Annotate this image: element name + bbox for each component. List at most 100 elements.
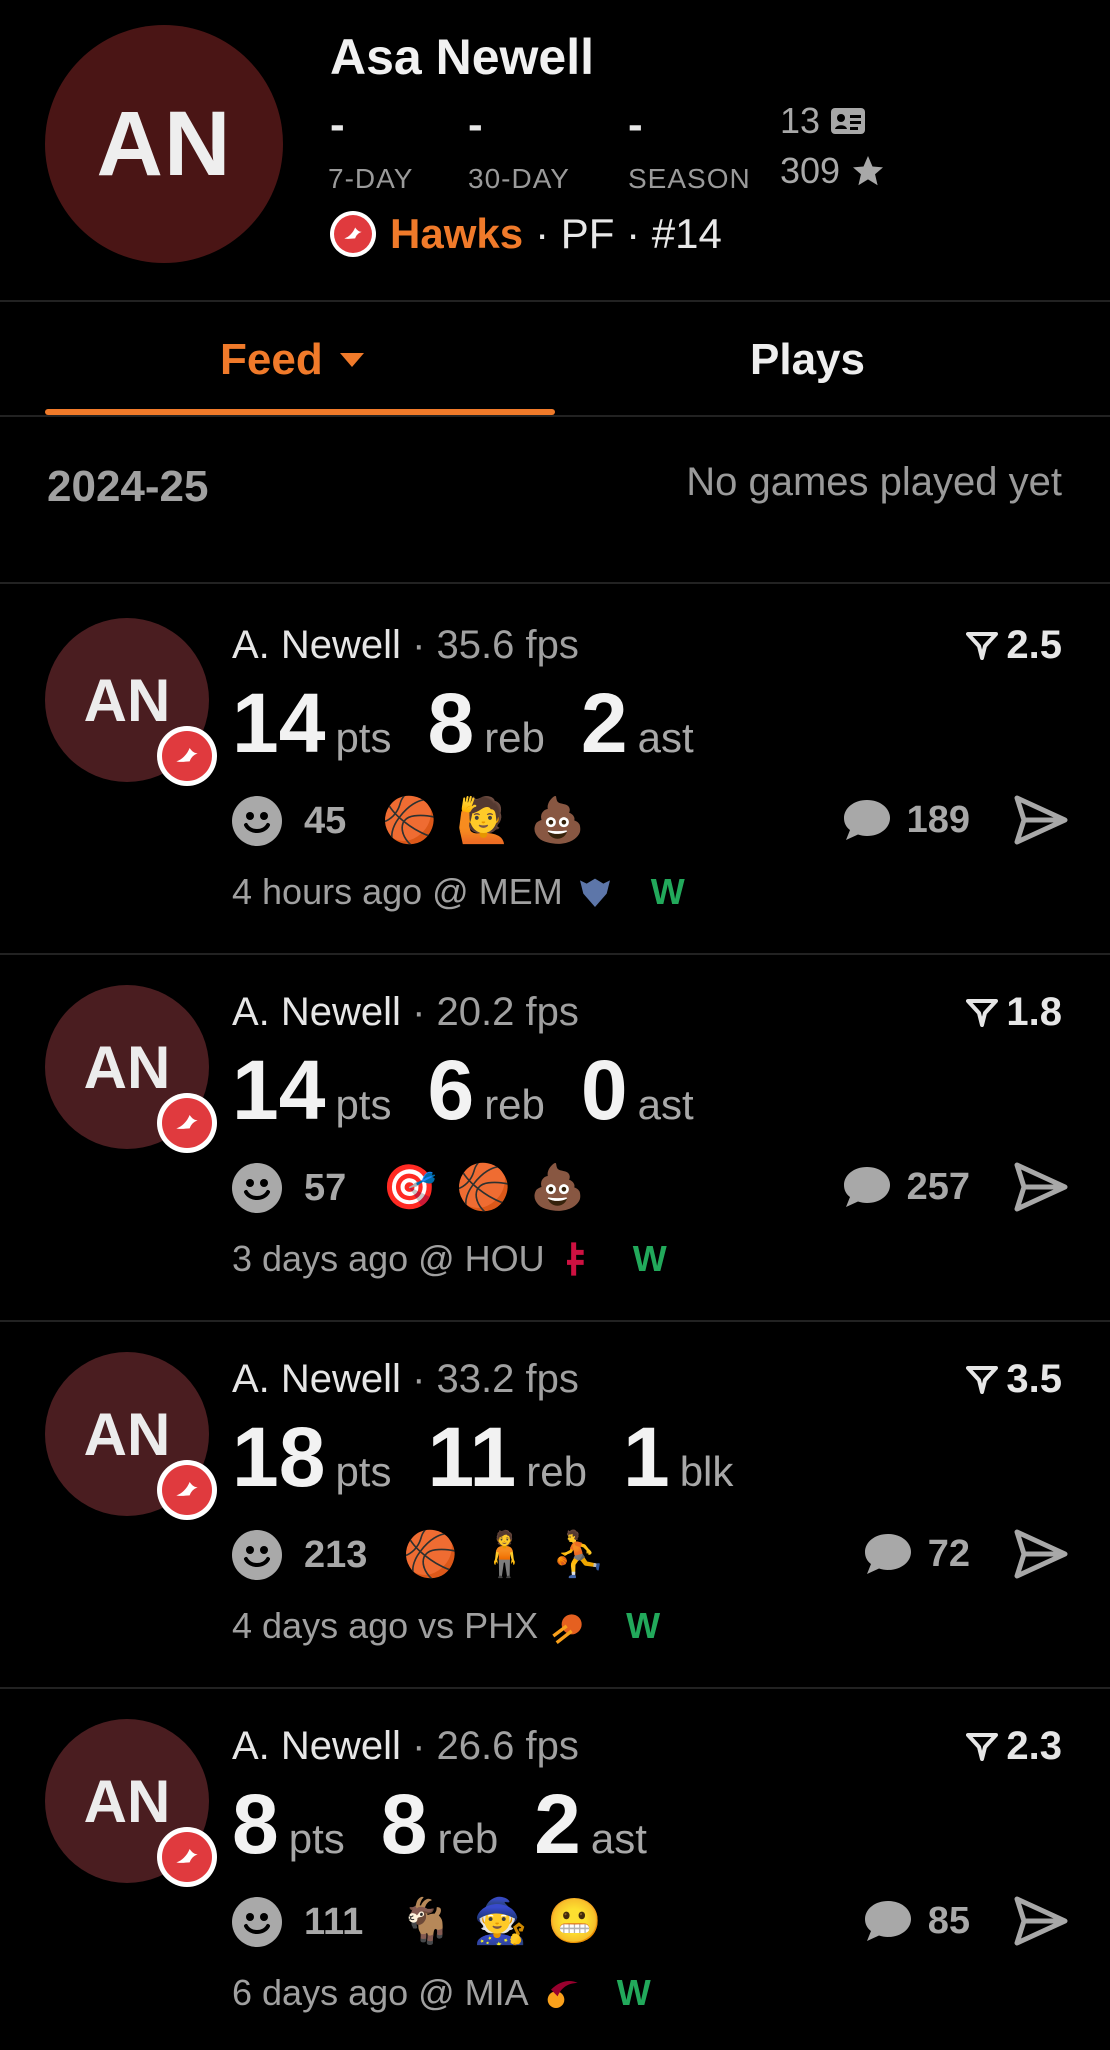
feed-item[interactable]: AN A. Newell · 26.6 fps 2.3 8 pts 8 reb 2 ast… [0,1684,1110,2050]
divider [0,300,1110,302]
feed-stats: 18 pts 11 reb 1 blk [232,1409,733,1506]
team-name[interactable]: Hawks [390,210,523,258]
smile-icon[interactable] [232,1163,282,1213]
tab-feed-label: Feed [220,335,323,384]
feed-stats: 14 pts 8 reb 2 ast [232,675,694,772]
feed-rating[interactable]: 1.8 [966,990,1062,1035]
stat-number: 2 [580,676,628,770]
reactions-row: 213 🏀 🧍 ⛹ [232,1529,606,1581]
stat-30day-label: 30-DAY [468,163,570,194]
reaction-emoji[interactable]: 🏀 [456,1162,511,1214]
feed-title: A. Newell · 26.6 fps [232,1724,579,1769]
reaction-emoji[interactable]: 🙋 [456,795,511,847]
comments-button[interactable]: 189 [841,797,970,843]
feed-time-opponent[interactable]: 3 days ago @ HOU [232,1238,545,1280]
feed-rating[interactable]: 3.5 [966,1357,1062,1402]
reactions-row: 57 🎯 🏀 💩 [232,1162,585,1214]
share-button[interactable] [1014,1896,1068,1951]
feed-fps: · 33.2 fps [412,1357,579,1401]
comment-count: 85 [927,1899,970,1942]
reaction-emoji[interactable]: 😬 [547,1896,602,1948]
feed-rating-value: 2.5 [1006,623,1062,667]
season-label: 2024-25 [47,462,209,511]
divider [0,415,1110,417]
hawks-logo-icon [157,1827,217,1887]
cards-count[interactable]: 13 [780,100,866,142]
filter-icon [966,998,999,1027]
stat-unit: reb [437,1815,499,1862]
reaction-emoji[interactable]: 🧙 [473,1896,528,1948]
reaction-emoji[interactable]: 🏀 [382,795,437,847]
grizzlies-logo-icon [575,872,615,912]
comment-icon [843,1167,890,1207]
comments-button[interactable]: 72 [862,1531,970,1577]
star-icon [853,156,884,186]
stat-number: 6 [427,1043,475,1137]
stars-count[interactable]: 309 [780,150,886,192]
caret-down-icon [339,353,364,367]
feed-stats: 14 pts 6 reb 0 ast [232,1042,694,1139]
comments-button[interactable]: 257 [841,1164,970,1210]
share-button[interactable] [1014,795,1068,850]
reaction-emoji[interactable]: 🏀 [403,1529,458,1581]
feed-item[interactable]: AN A. Newell · 20.2 fps 1.8 14 pts 6 reb 0 as… [0,950,1110,1316]
reaction-emoji[interactable]: 🧍 [477,1529,532,1581]
comments-button[interactable]: 85 [862,1898,970,1944]
feed-time-opponent[interactable]: 4 days ago vs PHX [232,1605,538,1647]
send-icon [1014,795,1068,845]
stat-number: 18 [232,1410,326,1504]
send-icon [1014,1896,1068,1946]
id-card-icon [831,108,866,134]
smile-icon[interactable] [232,1897,282,1947]
stat-unit: pts [335,1081,392,1128]
stat-unit: reb [484,1081,545,1128]
comment-count: 72 [927,1532,970,1575]
share-button[interactable] [1014,1162,1068,1217]
reaction-emoji[interactable]: 💩 [530,1162,585,1214]
smile-icon[interactable] [232,1530,282,1580]
feed-time-opponent[interactable]: 4 hours ago @ MEM [232,871,563,913]
stat-7day-label: 7-DAY [328,163,414,194]
feed-rating-value: 3.5 [1006,1357,1062,1401]
feed-item[interactable]: AN A. Newell · 35.6 fps 2.5 14 pts 8 reb 2 as… [0,583,1110,949]
game-result: W [650,871,685,912]
comment-icon [843,800,890,840]
stat-group: 14 pts [232,1042,391,1139]
filter-icon [966,1365,999,1394]
stat-season-label: SEASON [628,163,751,194]
stat-group: 0 ast [581,1042,694,1139]
stat-number: 8 [427,676,475,770]
stat-group: 18 pts [232,1409,391,1506]
stat-group: 8 reb [427,675,544,772]
suns-logo-icon [550,1606,590,1646]
game-result: W [616,1972,651,2013]
feed-fps: · 20.2 fps [412,990,579,1034]
stat-number: 14 [232,1043,326,1137]
feed-rating[interactable]: 2.5 [966,623,1062,668]
send-icon [1014,1162,1068,1212]
send-icon [1014,1529,1068,1579]
reaction-emoji[interactable]: 💩 [530,795,585,847]
comment-icon [864,1534,911,1574]
stars-count-value: 309 [780,150,841,191]
tab-feed[interactable]: Feed [220,335,365,385]
stat-number: 8 [232,1777,279,1871]
feed-rating[interactable]: 2.3 [966,1724,1062,1769]
feed-fps: · 26.6 fps [412,1724,579,1768]
hawks-logo-icon [330,211,376,257]
feed-time-opponent[interactable]: 6 days ago @ MIA [232,1972,529,2014]
reaction-emoji[interactable]: ⛹ [551,1529,606,1581]
share-button[interactable] [1014,1529,1068,1584]
hawks-logo-icon [157,726,217,786]
position-number: · PF · #14 [535,210,722,257]
comment-icon [864,1901,911,1941]
stat-number: 8 [380,1777,428,1871]
feed-player-name: A. Newell [232,990,401,1034]
feed-player-name: A. Newell [232,623,401,667]
smile-icon[interactable] [232,796,282,846]
tab-plays[interactable]: Plays [750,335,865,385]
reaction-emoji[interactable]: 🎯 [382,1162,437,1214]
feed-item[interactable]: AN A. Newell · 33.2 fps 3.5 18 pts 11 reb 1 b… [0,1317,1110,1683]
reaction-emoji[interactable]: 🐐 [399,1896,454,1948]
feed-title: A. Newell · 35.6 fps [232,623,579,668]
